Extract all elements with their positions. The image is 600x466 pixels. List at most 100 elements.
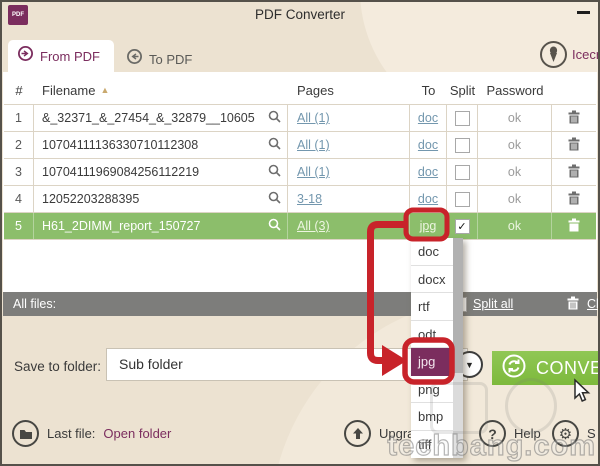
- icecream-icon: [540, 41, 567, 68]
- format-link[interactable]: doc: [418, 192, 438, 206]
- header-password: Password: [486, 82, 544, 98]
- table-row[interactable]: 3 10704111969084256112219 All (1) doc ok: [4, 159, 596, 186]
- format-link[interactable]: doc: [418, 138, 438, 152]
- filename-label: 10704111136330710112308: [42, 138, 199, 152]
- header-pages: Pages: [297, 82, 334, 98]
- trash-icon[interactable]: [568, 191, 580, 208]
- window-title: PDF Converter: [254, 7, 346, 22]
- upgrade-label: Upgra: [379, 426, 415, 441]
- search-icon[interactable]: [268, 218, 281, 234]
- dropdown-item-docx[interactable]: docx: [411, 266, 453, 293]
- all-files-bar: All files: Split all Cl: [3, 292, 599, 316]
- format-link[interactable]: doc: [418, 111, 438, 125]
- icecream-brand[interactable]: Icecr: [540, 41, 600, 68]
- dropdown-item-png[interactable]: png: [411, 376, 453, 403]
- header-split: Split: [449, 82, 476, 98]
- password-status: ok: [478, 105, 552, 131]
- last-file-label: Last file:: [47, 426, 96, 441]
- convert-button[interactable]: CONVERT: [492, 351, 600, 385]
- password-status: ok: [478, 213, 552, 239]
- header-filename[interactable]: Filename ▲: [34, 83, 288, 98]
- password-status: ok: [478, 186, 552, 212]
- split-checkbox[interactable]: [454, 110, 470, 126]
- upgrade-arrow-icon: [344, 420, 371, 447]
- row-number: 3: [4, 159, 34, 185]
- trash-icon[interactable]: [568, 137, 580, 154]
- dropdown-item-tiff[interactable]: tiff: [411, 431, 453, 459]
- settings-group[interactable]: ⚙ S: [552, 420, 596, 447]
- convert-sync-icon: [502, 354, 526, 383]
- gear-icon: ⚙: [552, 420, 579, 447]
- dropdown-item-bmp[interactable]: bmp: [411, 403, 453, 431]
- file-table: 1 &_32371_&_27454_&_32879__10605 All (1)…: [4, 104, 596, 240]
- search-icon[interactable]: [268, 191, 281, 207]
- table-row[interactable]: 4 12052203288395 3-18 doc ok: [4, 186, 596, 213]
- split-checkbox[interactable]: [454, 164, 470, 180]
- search-icon[interactable]: [268, 137, 281, 153]
- dropdown-scrollbar-thumb[interactable]: [453, 238, 463, 373]
- chevron-down-icon: ▼: [465, 359, 474, 370]
- open-folder-button[interactable]: [12, 420, 39, 447]
- header-to: To: [421, 82, 436, 98]
- row-number: 1: [4, 105, 34, 131]
- tab-from-pdf[interactable]: From PDF: [8, 40, 114, 72]
- search-icon[interactable]: [268, 110, 281, 126]
- open-folder-link[interactable]: Open folder: [103, 426, 171, 441]
- dropdown-item-jpg-selected[interactable]: jpg: [411, 348, 453, 376]
- help-group[interactable]: ? Help: [479, 420, 541, 447]
- trash-icon[interactable]: [568, 218, 580, 235]
- split-checkbox[interactable]: [454, 191, 470, 207]
- tab-from-pdf-label: From PDF: [40, 48, 100, 64]
- split-all-link[interactable]: Split all: [473, 297, 513, 311]
- search-icon[interactable]: [268, 164, 281, 180]
- split-checkbox[interactable]: [454, 137, 470, 153]
- filename-label: H61_2DIMM_report_150727: [42, 219, 201, 233]
- convert-button-label: CONVERT: [536, 357, 600, 378]
- to-pdf-icon: [126, 48, 143, 70]
- upgrade-group[interactable]: Upgra: [344, 420, 414, 447]
- tab-to-pdf[interactable]: To PDF: [126, 48, 192, 70]
- from-pdf-icon: [17, 45, 34, 67]
- trash-icon[interactable]: [568, 110, 580, 127]
- row-number: 4: [4, 186, 34, 212]
- save-to-folder-label: Save to folder:: [14, 359, 102, 374]
- filename-label: 12052203288395: [42, 192, 140, 206]
- settings-label: S: [587, 426, 596, 441]
- clear-all-link[interactable]: Cl: [587, 297, 599, 311]
- brand-label: Icecr: [572, 47, 600, 62]
- trash-icon[interactable]: [568, 164, 580, 181]
- pages-link[interactable]: All (3): [297, 219, 330, 233]
- pages-link[interactable]: All (1): [297, 165, 330, 179]
- help-label: Help: [514, 426, 541, 441]
- header-filename-label: Filename: [42, 82, 96, 98]
- clear-all-trash-icon[interactable]: [567, 296, 579, 313]
- dropdown-item-doc[interactable]: doc: [411, 238, 453, 266]
- password-status: ok: [478, 159, 552, 185]
- table-row[interactable]: 2 10704111136330710112308 All (1) doc ok: [4, 132, 596, 159]
- format-dropdown-list: doc docx rtf odt jpg png bmp tiff: [411, 238, 453, 458]
- dropdown-scrollbar[interactable]: [453, 238, 463, 458]
- row-number: 2: [4, 132, 34, 158]
- table-row[interactable]: 1 &_32371_&_27454_&_32879__10605 All (1)…: [4, 104, 596, 132]
- split-checkbox-checked[interactable]: ✓: [454, 218, 470, 234]
- dropdown-item-rtf[interactable]: rtf: [411, 293, 453, 321]
- app-logo-icon: PDF: [8, 5, 28, 25]
- format-link-jpg[interactable]: jpg: [420, 219, 437, 233]
- table-row-selected[interactable]: 5 H61_2DIMM_report_150727 All (3) jpg ✓ …: [4, 213, 596, 240]
- table-header: # Filename ▲ Pages To Split Password: [4, 76, 596, 104]
- gear-glyph: ⚙: [558, 424, 573, 443]
- format-dropdown-menu: doc docx rtf odt jpg png bmp tiff: [411, 238, 463, 458]
- password-status: ok: [478, 132, 552, 158]
- format-link[interactable]: doc: [418, 165, 438, 179]
- pages-link[interactable]: 3-18: [297, 192, 322, 206]
- row-number: 5: [4, 213, 34, 239]
- pdf-converter-window: PDF PDF Converter From PDF To PDF Icecr …: [0, 0, 600, 466]
- minimize-button[interactable]: [577, 11, 590, 14]
- last-file-group: Last file: Open folder: [12, 420, 171, 447]
- filename-label: 10704111969084256112219: [42, 165, 200, 179]
- help-question-icon: ?: [479, 420, 506, 447]
- dropdown-item-odt[interactable]: odt: [411, 321, 453, 348]
- filename-label: &_32371_&_27454_&_32879__10605: [42, 111, 255, 125]
- pages-link[interactable]: All (1): [297, 138, 330, 152]
- pages-link[interactable]: All (1): [297, 111, 330, 125]
